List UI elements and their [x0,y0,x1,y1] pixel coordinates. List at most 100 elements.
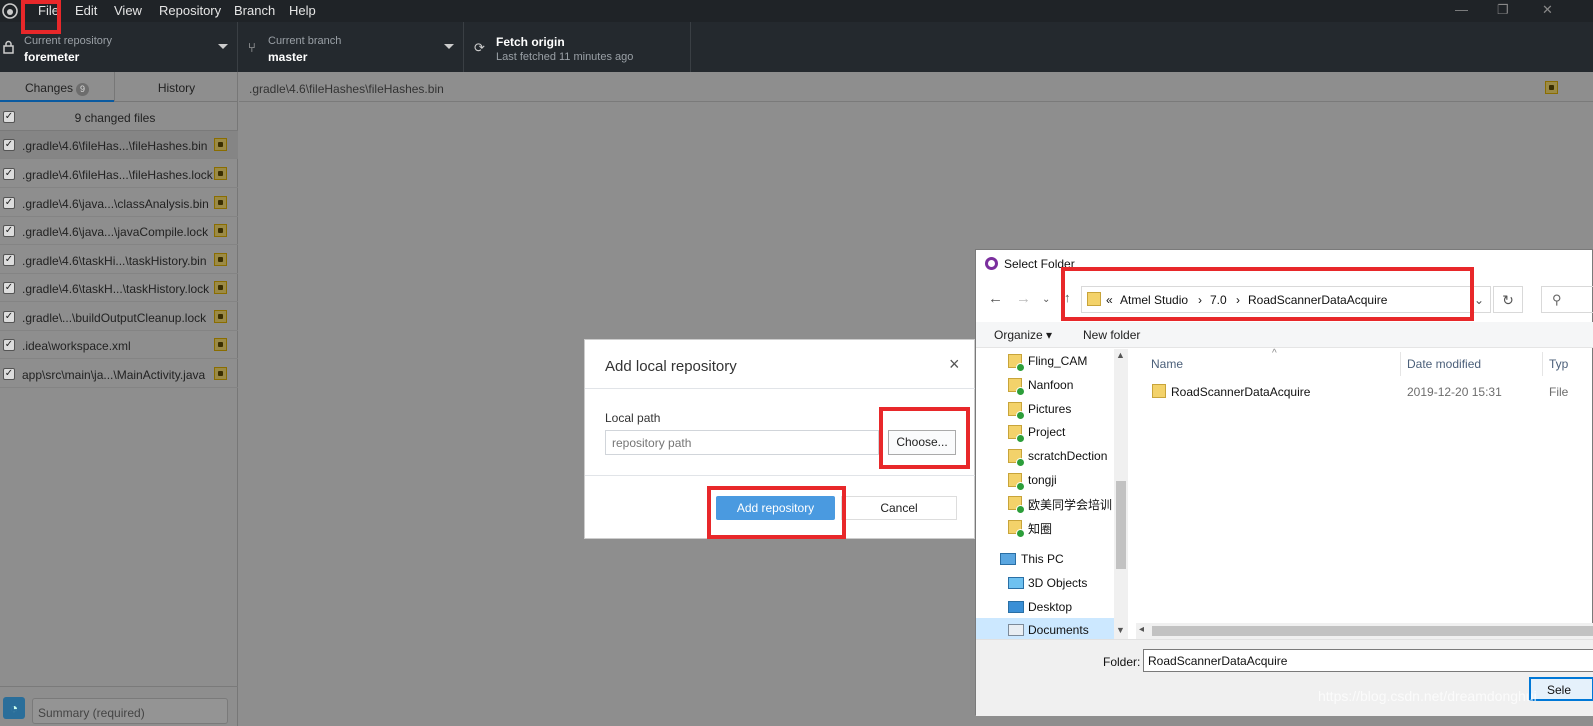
sync-ok-icon [1016,482,1025,491]
scroll-up-icon[interactable]: ▲ [1116,350,1125,360]
scroll-down-icon[interactable]: ▼ [1116,625,1125,635]
repository-label: Current repository [24,35,113,47]
modified-icon [214,338,227,351]
folder-label: Folder: [1103,655,1141,669]
column-date-modified[interactable]: Date modified [1407,357,1481,371]
file-row[interactable]: ✓ .gradle\4.6\fileHas...\fileHashes.lock [0,160,238,188]
tree-item[interactable]: 知圈 [976,515,1116,539]
tree-item[interactable]: tongji [976,468,1116,492]
column-separator [1542,352,1543,376]
file-checkbox[interactable]: ✓ [3,311,15,323]
tree-item[interactable]: Pictures [976,397,1116,421]
address-dropdown-icon[interactable]: ⌄ [1474,293,1484,307]
column-type[interactable]: Typ [1549,357,1568,371]
tree-item-label: Desktop [1028,600,1073,614]
menu-bar: File Edit View Repository Branch Help — … [0,0,1593,22]
file-checkbox[interactable]: ✓ [3,225,15,237]
highlight-box-file-menu [21,0,61,34]
repository-name: foremeter [24,50,80,64]
menu-repository[interactable]: Repository [159,3,221,18]
folder-name-input[interactable] [1143,649,1593,672]
file-checkbox[interactable]: ✓ [3,339,15,351]
fetch-origin-button[interactable]: ⟳ Fetch origin Last fetched 11 minutes a… [464,22,691,72]
minimize-icon[interactable]: — [1455,2,1468,17]
tree-item[interactable]: Nanfoon [976,373,1116,397]
avatar: ◔ [3,697,25,719]
github-logo-icon [2,3,18,19]
file-checkbox[interactable]: ✓ [3,368,15,380]
list-item-type: File [1549,385,1569,399]
file-row[interactable]: ✓ .gradle\4.6\taskHi...\taskHistory.bin [0,246,238,274]
file-row[interactable]: ✓ .gradle\4.6\java...\javaCompile.lock [0,217,238,245]
3d-objects-icon [1008,577,1024,589]
file-checkbox[interactable]: ✓ [3,139,15,151]
current-branch-selector[interactable]: ⑂ Current branch master [238,22,464,72]
forward-arrow-icon[interactable]: → [1016,290,1031,307]
changed-files-header: ✓ 9 changed files [0,103,238,131]
watermark-text: https://blog.csdn.net/dreamdonghui [1318,688,1537,704]
tab-history-label: History [157,81,196,95]
cancel-button[interactable]: Cancel [841,496,957,520]
file-checkbox[interactable]: ✓ [3,197,15,209]
menu-branch[interactable]: Branch [234,3,275,18]
summary-input[interactable]: Summary (required) [32,698,228,724]
file-checkbox[interactable]: ✓ [3,254,15,266]
maximize-icon[interactable]: ❐ [1497,2,1509,18]
file-checkbox[interactable]: ✓ [3,282,15,294]
close-icon[interactable]: × [949,354,960,375]
tree-scrollbar[interactable]: ▲ ▼ [1114,349,1128,639]
tree-item[interactable]: scratchDection [976,444,1116,468]
modified-icon [214,253,227,266]
fetch-label: Fetch origin [496,35,565,49]
changed-files-count: 9 changed files [74,111,156,125]
organize-menu[interactable]: Organize ▾ [994,328,1052,342]
tree-item[interactable]: Desktop [976,595,1116,619]
tree-item-label: Fling_CAM [1028,354,1088,368]
menu-view[interactable]: View [114,3,142,18]
list-item[interactable]: RoadScannerDataAcquire 2019-12-20 15:31 … [1146,380,1593,402]
menu-help[interactable]: Help [289,3,316,18]
branch-icon: ⑂ [248,40,256,55]
refresh-icon[interactable]: ↻ [1493,286,1523,313]
folder-icon [1008,378,1025,396]
search-box[interactable]: ⚲ [1541,286,1593,313]
tree-item[interactable]: 3D Objects [976,571,1116,595]
desktop-icon [1008,601,1024,613]
tree-item-this-pc[interactable]: This PC [976,547,1116,571]
scrollbar-thumb[interactable] [1116,481,1126,569]
sidebar: Changes 9 History ✓ 9 changed files ✓ .gr… [0,72,238,726]
recent-locations-icon[interactable]: ⌄ [1042,294,1050,305]
app-logo-icon [985,257,998,270]
sort-ascending-icon: ^ [1272,348,1277,359]
back-arrow-icon[interactable]: ← [988,290,1003,307]
tree-item[interactable]: 欧美同学会培训 [976,491,1116,515]
list-item-name: RoadScannerDataAcquire [1171,385,1311,399]
close-window-icon[interactable]: ✕ [1542,2,1553,18]
column-name[interactable]: Name [1151,357,1183,371]
file-row[interactable]: ✓ .gradle\4.6\fileHas...\fileHashes.bin [0,131,238,159]
tab-changes[interactable]: Changes 9 [0,72,114,102]
file-checkbox[interactable]: ✓ [3,168,15,180]
menu-edit[interactable]: Edit [75,3,97,18]
scrollbar-thumb[interactable] [1152,626,1593,636]
navigation-tree: Fling_CAM Nanfoon Pictures Project scrat… [976,349,1128,642]
computer-icon [1000,553,1016,565]
folder-icon [1008,473,1025,491]
file-row[interactable]: ✓ .gradle\...\buildOutputCleanup.lock [0,303,238,331]
sync-ok-icon [1016,505,1025,514]
file-row[interactable]: ✓ app\src\main\ja...\MainActivity.java [0,360,238,388]
divider [585,388,976,389]
select-folder-button[interactable]: Sele [1529,677,1593,701]
new-folder-button[interactable]: New folder [1083,328,1140,342]
tree-item[interactable]: Project [976,420,1116,444]
tree-item-label: This PC [1021,552,1064,566]
tab-history[interactable]: History [115,72,238,102]
horizontal-scrollbar[interactable]: ◂ [1136,623,1593,639]
local-path-input[interactable] [605,430,879,455]
file-row[interactable]: ✓ .gradle\4.6\taskH...\taskHistory.lock [0,274,238,302]
tree-item[interactable]: Fling_CAM [976,349,1116,373]
file-row[interactable]: ✓ .idea\workspace.xml [0,331,238,359]
scroll-left-icon[interactable]: ◂ [1139,624,1144,635]
tree-item-label: Project [1028,425,1066,439]
file-row[interactable]: ✓ .gradle\4.6\java...\classAnalysis.bin [0,189,238,217]
